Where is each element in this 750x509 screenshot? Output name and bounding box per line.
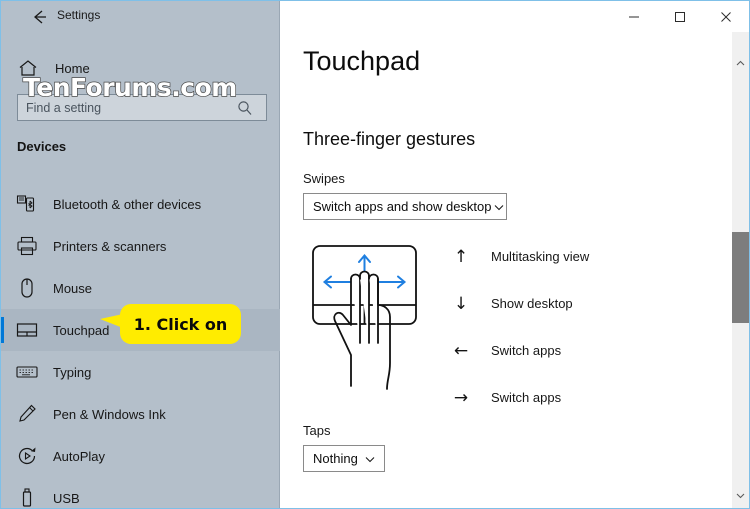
sidebar-nav-list: Bluetooth & other devices Printers & sca… [1,183,280,508]
watermark: TenForums.com [22,72,238,102]
legend-item-label: Switch apps [491,390,562,405]
vertical-scrollbar[interactable] [732,32,749,508]
maximize-button[interactable] [657,1,703,32]
legend-item-label: Show desktop [491,296,573,311]
taps-label: Taps [303,423,331,438]
sidebar-item-bluetooth-other-devices[interactable]: Bluetooth & other devices [1,183,280,225]
bluetooth-devices-icon [15,192,39,216]
legend-item-label: Switch apps [491,343,562,358]
sidebar-item-pen-windows-ink[interactable]: Pen & Windows Ink [1,393,280,435]
sidebar-item-label: Typing [53,364,92,380]
app-title: Settings [57,8,101,22]
taps-dropdown[interactable]: Nothing [303,445,385,472]
sidebar-item-label: Bluetooth & other devices [53,196,202,212]
settings-window: Settings Home TenForums.com Devices [0,0,750,509]
touchpad-icon [15,318,39,342]
scroll-down-icon[interactable] [732,487,749,504]
close-button[interactable] [703,1,749,32]
swipes-dropdown[interactable]: Switch apps and show desktop [303,193,507,220]
sidebar-item-printers-scanners[interactable]: Printers & scanners [1,225,280,267]
main-content: Touchpad Three-finger gestures Swipes Sw… [281,1,749,508]
mouse-icon [15,276,39,300]
autoplay-icon [15,444,39,468]
pen-icon [15,402,39,426]
section-heading: Three-finger gestures [303,129,476,149]
scrollbar-thumb[interactable] [732,232,749,323]
swipes-dropdown-value: Switch apps and show desktop [313,199,492,214]
legend-item: ↑ Multitasking view [449,249,679,296]
instruction-callout-text: 1. Click on [133,314,228,334]
instruction-callout: 1. Click on [120,304,241,344]
sidebar-category-heading: Devices [17,139,67,154]
swipes-label: Swipes [303,171,345,186]
keyboard-icon [15,360,39,384]
legend-item: ← Switch apps [449,343,679,390]
chevron-down-icon [492,200,506,214]
titlebar: Settings [1,1,280,33]
search-icon [234,97,256,119]
legend-item-label: Multitasking view [491,249,590,264]
gesture-legend: ↑ Multitasking view ↓ Show desktop ← Swi… [449,249,679,437]
scroll-up-icon[interactable] [732,54,749,71]
sidebar-item-label: AutoPlay [53,448,106,464]
minimize-button[interactable] [611,1,657,32]
usb-icon [15,486,39,508]
chevron-down-icon [363,452,377,466]
taps-dropdown-value: Nothing [313,451,358,466]
sidebar-item-label: Mouse [53,280,93,296]
back-arrow-icon[interactable] [29,7,51,27]
sidebar-item-mouse[interactable]: Mouse [1,267,280,309]
arrow-right-icon: → [453,388,469,408]
printer-icon [15,234,39,258]
sidebar-item-label: USB [53,490,80,506]
sidebar-item-label: Printers & scanners [53,238,167,254]
sidebar-item-autoplay[interactable]: AutoPlay [1,435,280,477]
three-finger-gesture-illustration [299,243,434,418]
page-title: Touchpad [303,46,421,76]
legend-item: ↓ Show desktop [449,296,679,343]
sidebar-item-typing[interactable]: Typing [1,351,280,393]
sidebar-item-usb[interactable]: USB [1,477,280,508]
arrow-up-icon: ↑ [453,247,469,267]
legend-item: → Switch apps [449,390,679,437]
sidebar-item-label: Pen & Windows Ink [53,406,166,422]
sidebar: Settings Home TenForums.com Devices [1,1,280,508]
arrow-left-icon: ← [453,341,469,361]
arrow-down-icon: ↓ [453,294,469,314]
window-controls [611,1,749,32]
